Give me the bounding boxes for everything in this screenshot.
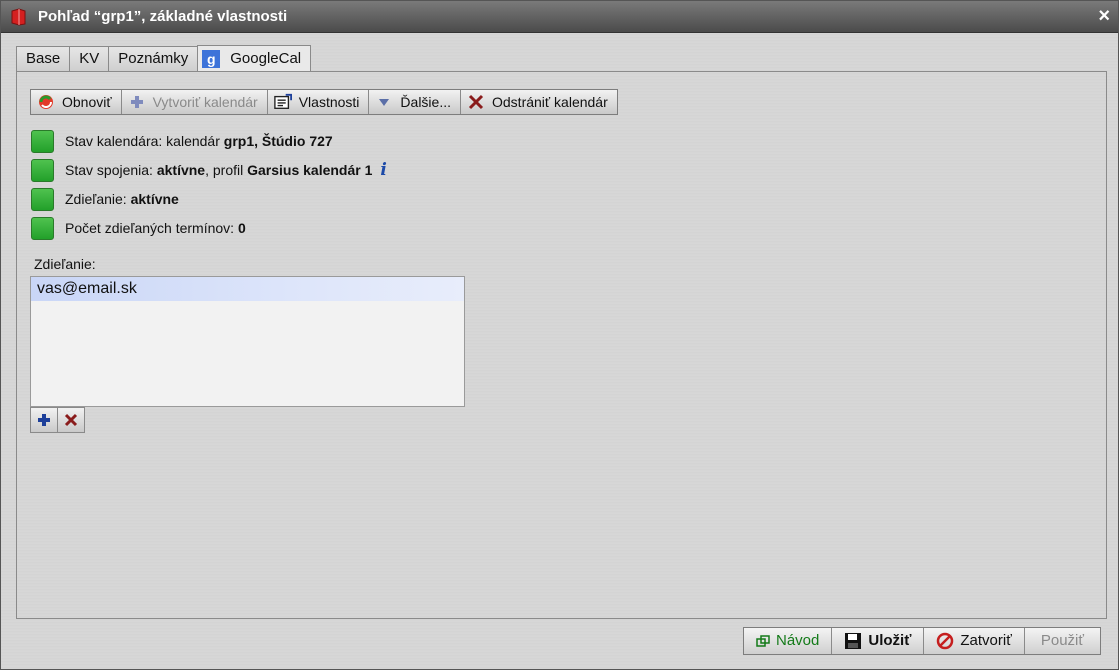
help-label: Návod <box>776 632 820 649</box>
properties-label: Vlastnosti <box>298 94 360 110</box>
shared-count-text: Počet zdieľaných termínov: 0 <box>65 220 246 236</box>
remove-calendar-button[interactable]: Odstrániť kalendár <box>461 90 617 114</box>
plus-icon <box>128 93 146 111</box>
refresh-icon <box>37 93 55 111</box>
calendar-status-text: Stav kalendára: kalendár grp1, Štúdio 72… <box>65 133 333 149</box>
create-calendar-button[interactable]: Vytvoriť kalendár <box>121 90 268 114</box>
calendar-status-row: Stav kalendára: kalendár grp1, Štúdio 72… <box>31 129 333 153</box>
tab-googlecal-label: GoogleCal <box>230 50 302 67</box>
remove-share-button[interactable] <box>58 408 84 432</box>
sharing-list-tools <box>30 407 85 433</box>
plus-icon <box>38 414 50 426</box>
connection-status-text: Stav spojenia: aktívne, profil Garsius k… <box>65 162 373 178</box>
dialog-buttons: Návod Uložiť Zatvoriť Použiť <box>743 627 1101 655</box>
delete-icon <box>64 413 78 427</box>
close-icon[interactable]: × <box>1098 5 1110 28</box>
sharing-status-row: Zdieľanie: aktívne <box>31 187 179 211</box>
tab-bar: Base KV Poznámky g GoogleCal <box>16 45 312 71</box>
tab-base[interactable]: Base <box>16 46 71 71</box>
book-icon <box>11 8 26 26</box>
tab-googlecal[interactable]: g GoogleCal <box>197 45 312 71</box>
status-indicator <box>31 129 54 153</box>
apply-label: Použiť <box>1040 632 1084 649</box>
window-title: Pohľad “grp1”, základné vlastnosti <box>38 8 288 25</box>
refresh-button[interactable]: Obnoviť <box>31 90 122 114</box>
more-label: Ďalšie... <box>400 94 451 110</box>
sharing-list[interactable]: vas@email.sk <box>30 276 465 407</box>
tab-poznamky[interactable]: Poznámky <box>108 46 199 71</box>
status-indicator <box>31 216 54 240</box>
calendar-toolbar: Obnoviť Vytvoriť kalendár Vlastnosti Ďal… <box>30 89 618 115</box>
sharing-list-label: Zdieľanie: <box>34 256 96 272</box>
save-button[interactable]: Uložiť <box>832 628 925 654</box>
connection-status-row: Stav spojenia: aktívne, profil Garsius k… <box>31 158 387 182</box>
properties-icon <box>273 93 292 111</box>
status-indicator <box>31 158 54 182</box>
create-calendar-label: Vytvoriť kalendár <box>152 94 258 110</box>
more-button[interactable]: Ďalšie... <box>369 90 461 114</box>
close-label: Zatvoriť <box>960 632 1012 649</box>
tab-kv[interactable]: KV <box>69 46 110 71</box>
remove-calendar-label: Odstrániť kalendár <box>492 94 608 110</box>
list-item[interactable]: vas@email.sk <box>31 277 464 301</box>
help-button[interactable]: Návod <box>744 628 833 654</box>
properties-button[interactable]: Vlastnosti <box>267 90 370 114</box>
refresh-label: Obnoviť <box>62 94 112 110</box>
delete-icon <box>467 93 485 111</box>
floppy-disk-icon <box>844 632 862 650</box>
shared-count-row: Počet zdieľaných termínov: 0 <box>31 216 246 240</box>
help-window-icon <box>756 635 770 647</box>
apply-button[interactable]: Použiť <box>1024 628 1100 654</box>
stop-icon <box>936 632 954 650</box>
add-share-button[interactable] <box>31 408 58 432</box>
close-button[interactable]: Zatvoriť <box>924 628 1025 654</box>
dropdown-arrow-icon <box>375 93 393 111</box>
title-bar[interactable]: Pohľad “grp1”, základné vlastnosti × <box>1 1 1118 33</box>
info-icon[interactable]: i <box>380 160 386 180</box>
status-indicator <box>31 187 54 211</box>
google-icon: g <box>202 49 221 68</box>
properties-dialog: Pohľad “grp1”, základné vlastnosti × Bas… <box>0 0 1119 670</box>
sharing-status-text: Zdieľanie: aktívne <box>65 191 179 207</box>
save-label: Uložiť <box>868 632 912 649</box>
